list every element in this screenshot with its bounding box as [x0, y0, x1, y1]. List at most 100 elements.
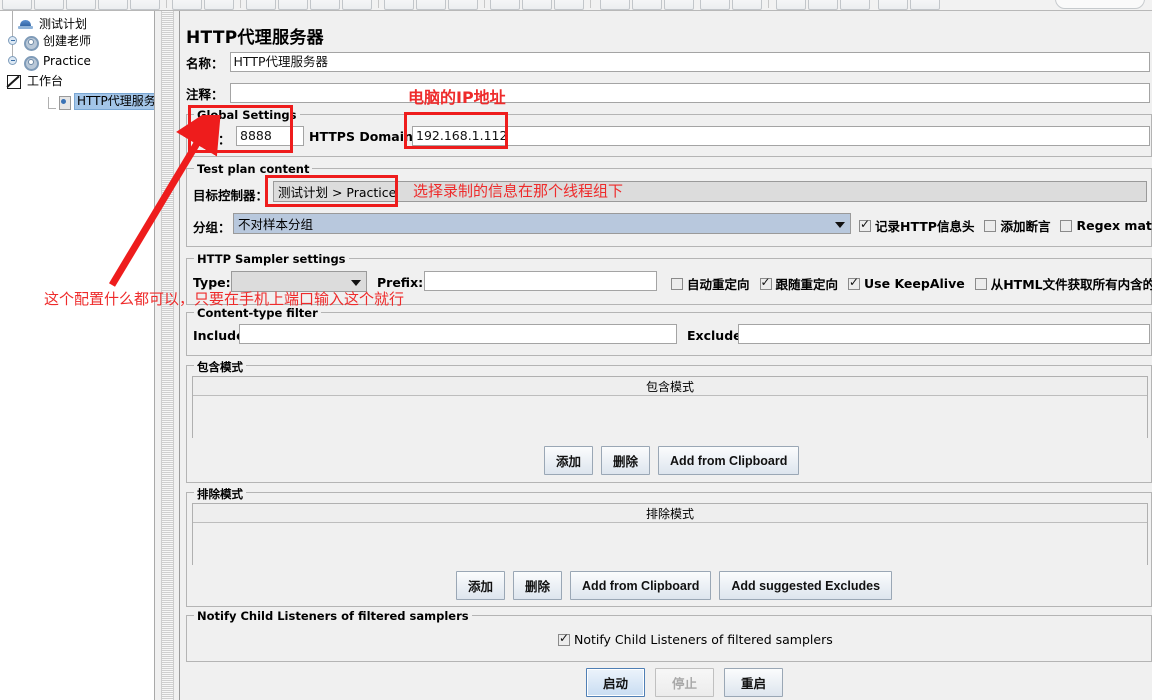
toolbar-button[interactable]: [384, 0, 414, 10]
toolbar-button[interactable]: [310, 0, 340, 10]
restart-button[interactable]: 重启: [724, 668, 784, 697]
checkbox-box: [984, 219, 997, 232]
checkbox-record-http-headers[interactable]: 记录HTTP信息头: [859, 216, 974, 235]
include-patterns-table[interactable]: 包含模式: [192, 376, 1148, 438]
comment-input[interactable]: [229, 83, 1150, 103]
toolbar-button[interactable]: [98, 0, 128, 10]
toolbar-button[interactable]: [34, 0, 64, 10]
workbench-icon: [6, 74, 21, 89]
add-include-from-clipboard-button[interactable]: Add from Clipboard: [658, 446, 800, 475]
checkbox-box: [859, 217, 871, 232]
checkbox-box: [848, 275, 861, 290]
delete-exclude-pattern-button[interactable]: 删除: [513, 571, 563, 600]
checkbox-auto-redirect[interactable]: 自动重定向: [671, 274, 750, 293]
tree-node-http-proxy-server[interactable]: HTTP代理服务器: [56, 93, 154, 110]
toolbar-button[interactable]: [522, 0, 552, 10]
checkbox-label: 跟随重定向: [775, 277, 839, 292]
grouping-combo[interactable]: 不对样本分组: [233, 213, 851, 234]
include-input[interactable]: [239, 324, 677, 344]
toolbar-button[interactable]: [246, 0, 276, 10]
checkbox-follow-redirects[interactable]: 跟随重定向: [759, 274, 839, 293]
checkbox-retrieve-embedded-resources[interactable]: 从HTML文件获取所有内含的资源: [974, 274, 1152, 293]
toolbar-button[interactable]: [554, 0, 584, 10]
test-plan-content-title: Test plan content: [194, 162, 313, 176]
proxy-action-buttons: 启动 停止 重启: [586, 668, 784, 697]
port-label: 端口：: [193, 132, 231, 147]
toolbar-button[interactable]: [172, 0, 202, 10]
toolbar-button[interactable]: [776, 0, 806, 10]
target-controller-combo[interactable]: 测试计划 > Practice: [273, 181, 1147, 202]
exclude-input[interactable]: [738, 324, 1150, 344]
checkbox-add-assertions[interactable]: 添加断言: [984, 216, 1050, 235]
toolbar-button[interactable]: [416, 0, 446, 10]
checkbox-box: [1060, 219, 1073, 232]
prefix-input[interactable]: [424, 271, 657, 291]
tree-node-workbench[interactable]: 工作台: [6, 73, 66, 90]
toolbar-button[interactable]: [840, 0, 870, 10]
toolbar-button[interactable]: [700, 0, 730, 10]
toolbar-button[interactable]: [732, 0, 762, 10]
toolbar-button[interactable]: [2, 0, 32, 10]
jmeter-window: 测试计划 创建老师 Practice 工作台 HTTP代理服务器 HTTP代理服…: [0, 0, 1152, 700]
toolbar-button[interactable]: [448, 0, 478, 10]
add-exclude-pattern-button[interactable]: 添加: [456, 571, 506, 600]
toolbar-button[interactable]: [490, 0, 520, 10]
tree-node-test-plan[interactable]: 测试计划: [18, 16, 90, 33]
tree-node-create-teacher[interactable]: 创建老师: [22, 33, 94, 51]
tree-line: [48, 108, 56, 109]
toolbar-separator: [768, 0, 769, 8]
toolbar-button[interactable]: [878, 0, 908, 10]
https-domains-input[interactable]: 192.168.1.112: [412, 126, 1150, 146]
test-plan-content-group: Test plan content 目标控制器： 测试计划 > Practice…: [186, 162, 1152, 247]
table-header: 排除模式: [193, 504, 1147, 523]
toolbar-button[interactable]: [808, 0, 838, 10]
start-button[interactable]: 启动: [586, 668, 646, 697]
add-suggested-excludes-button[interactable]: Add suggested Excludes: [719, 571, 893, 600]
port-input[interactable]: 8888: [236, 126, 304, 146]
checkbox-box: [974, 277, 987, 290]
exclude-patterns-table[interactable]: 排除模式: [192, 503, 1148, 565]
tree-node-label: 创建老师: [43, 34, 92, 48]
toolbar-button[interactable]: [66, 0, 96, 10]
tree-line: [12, 11, 13, 25]
toolbar-button[interactable]: [342, 0, 372, 10]
toolbar-separator: [240, 0, 241, 8]
table-body[interactable]: [193, 396, 1147, 438]
table-body[interactable]: [193, 523, 1147, 565]
toolbar-separator: [484, 0, 485, 8]
comment-label: 注释：: [186, 86, 224, 102]
include-patterns-buttons: 添加 删除 Add from Clipboard: [544, 446, 800, 475]
checkbox-label: Regex matching: [1076, 218, 1152, 233]
add-include-pattern-button[interactable]: 添加: [544, 446, 594, 475]
tree-node-practice[interactable]: Practice: [22, 53, 94, 71]
name-row: 名称： HTTP代理服务器: [186, 52, 1152, 72]
checkbox-regex-matching[interactable]: Regex matching: [1060, 218, 1152, 233]
toolbar-search-field[interactable]: [1055, 0, 1145, 9]
toolbar-button[interactable]: [204, 0, 234, 10]
checkbox-notify-child-listeners[interactable]: Notify Child Listeners of filtered sampl…: [558, 631, 833, 647]
content-type-filter-group: Content-type filter Include: Exclude:: [186, 306, 1152, 356]
tree-expand-handle[interactable]: [8, 36, 17, 45]
thread-group-icon: [22, 35, 39, 51]
thread-group-icon: [22, 55, 39, 71]
toolbar-button[interactable]: [600, 0, 630, 10]
toolbar-button[interactable]: [910, 0, 940, 10]
toolbar-button[interactable]: [278, 0, 308, 10]
tree-node-label: 工作台: [27, 74, 64, 88]
add-exclude-from-clipboard-button[interactable]: Add from Clipboard: [570, 571, 712, 600]
scrollbar-track[interactable]: [161, 11, 174, 700]
test-plan-tree[interactable]: 测试计划 创建老师 Practice 工作台 HTTP代理服务器: [0, 11, 155, 700]
toolbar-button[interactable]: [664, 0, 694, 10]
checkbox-label: 添加断言: [1000, 219, 1051, 234]
delete-include-pattern-button[interactable]: 删除: [601, 446, 651, 475]
tree-scrollbar[interactable]: [155, 11, 180, 700]
tree-node-label: HTTP代理服务器: [74, 93, 154, 110]
stop-button[interactable]: 停止: [655, 668, 715, 697]
toolbar-button[interactable]: [632, 0, 662, 10]
toolbar-button[interactable]: [130, 0, 160, 10]
checkbox-use-keepalive[interactable]: Use KeepAlive: [848, 275, 965, 291]
tree-expand-handle[interactable]: [8, 56, 17, 65]
checkbox-box: [759, 275, 772, 290]
name-input[interactable]: HTTP代理服务器: [229, 52, 1150, 72]
sampler-checkbox-row: 自动重定向 跟随重定向 Use KeepAlive 从HTML文件获取所有内含的…: [671, 274, 1152, 293]
